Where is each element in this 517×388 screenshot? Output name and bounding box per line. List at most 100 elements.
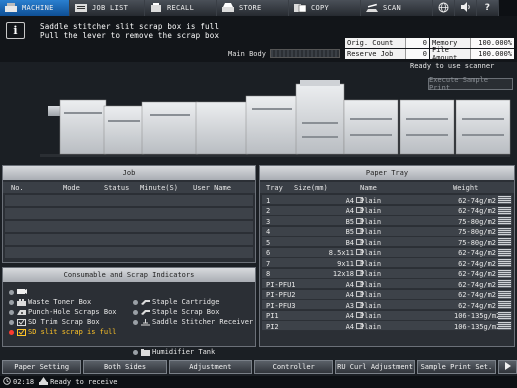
status-dot xyxy=(133,349,138,355)
recall-icon xyxy=(149,3,163,13)
orig-count-value: 0 xyxy=(405,38,429,48)
consumables-panel-title: Consumable and Scrap Indicators xyxy=(3,268,255,282)
paper-name: Plain xyxy=(360,217,382,226)
tab-recall-label: RECALL xyxy=(167,4,195,12)
paper-level-indicator xyxy=(498,311,511,320)
ru-curl-adjustment-button[interactable]: RU Curl Adjustment xyxy=(335,360,415,374)
paper-name: Plain xyxy=(360,312,382,320)
paper-weight: 62-74g/m2 xyxy=(458,270,496,278)
tray-size: 8.5x11 xyxy=(328,249,354,257)
tab-copy[interactable]: COPY xyxy=(289,0,361,16)
paper-tray-row[interactable]: 1 A4 Plain 62-74g/m2 xyxy=(262,195,512,205)
status-dot xyxy=(9,309,14,315)
saddle-receiver-icon xyxy=(141,318,150,326)
paper-weight: 62-74g/m2 xyxy=(458,249,496,257)
sample-print-set-button[interactable]: Sample Print Set. xyxy=(416,360,497,374)
orig-count-row: Orig. Count 0 xyxy=(345,38,429,48)
punch-hole-indicator: Punch-Hole Scraps Box xyxy=(9,308,117,316)
job-col-minute: Minute(S) xyxy=(140,184,178,192)
both-sides-button[interactable]: Both Sides xyxy=(83,360,167,374)
paper-tray-row[interactable]: 8 12x18 Plain 62-74g/m2 xyxy=(262,268,512,279)
job-row[interactable] xyxy=(5,195,253,207)
paper-level-indicator xyxy=(498,248,511,257)
tab-scan-label: SCAN xyxy=(383,4,402,12)
paper-tray-row[interactable]: 5 B4 Plain 75-80g/m2 xyxy=(262,237,512,247)
waste-toner-label: Waste Toner Box xyxy=(28,298,92,306)
paper-tray-panel: Paper Tray Tray Size(mm) Name Weight 1 A4… xyxy=(259,165,515,347)
status-dot xyxy=(9,319,14,325)
paper-tray-row[interactable]: 7 9x11 Plain 62-74g/m2 xyxy=(262,258,512,268)
paper-tray-row[interactable]: PI1 A4 Plain 106-135g/m2 xyxy=(262,310,512,321)
job-table-header: No. Mode Status Minute(S) User Name xyxy=(3,182,255,193)
paper-level-indicator xyxy=(498,322,511,330)
paper-col-size: Size(mm) xyxy=(294,184,328,192)
job-row[interactable] xyxy=(5,208,253,220)
job-row[interactable] xyxy=(5,221,253,233)
toner-indicator xyxy=(9,288,27,297)
status-dot xyxy=(133,309,138,315)
clock-icon xyxy=(3,377,11,387)
paper-tray-row[interactable]: 4 B5 Plain 75-80g/m2 xyxy=(262,226,512,237)
paper-level-indicator xyxy=(498,280,511,288)
sd-slit-indicator: SD slit scrap is full xyxy=(9,328,117,336)
volume-button[interactable] xyxy=(455,0,477,16)
tray-size: A4 xyxy=(345,312,354,320)
status-dot xyxy=(133,319,138,325)
tab-job-list-label: JOB LIST xyxy=(92,4,129,12)
paper-name: Plain xyxy=(360,270,382,278)
paper-name: Plain xyxy=(360,259,382,268)
help-icon: ? xyxy=(484,3,491,13)
tab-store[interactable]: STORE xyxy=(217,0,289,16)
tray-id: PI-PFU2 xyxy=(266,291,296,299)
tab-recall[interactable]: RECALL xyxy=(145,0,217,16)
paper-name: Plain xyxy=(360,249,382,257)
paper-level-indicator xyxy=(498,227,511,236)
help-button[interactable]: ? xyxy=(477,0,499,16)
controller-button[interactable]: Controller xyxy=(254,360,334,374)
paper-weight: 106-135g/m2 xyxy=(454,322,501,331)
staple-cartridge-indicator: Staple Cartridge xyxy=(133,298,219,306)
paper-tray-row[interactable]: PI-PFU1 A4 Plain 62-74g/m2 xyxy=(262,279,512,289)
paper-weight: 62-74g/m2 xyxy=(458,301,496,310)
printer-icon xyxy=(4,3,18,13)
paper-tray-row[interactable]: PI-PFU2 A4 Plain 62-74g/m2 xyxy=(262,289,512,300)
sd-slit-icon xyxy=(17,328,26,336)
paper-name: Plain xyxy=(360,301,382,310)
language-button[interactable] xyxy=(433,0,455,16)
tray-id: 1 xyxy=(266,196,271,205)
paper-level-indicator xyxy=(498,217,511,225)
counters-panel: Orig. Count 0 Memory 100.000% Reserve Jo… xyxy=(345,38,515,62)
humidifier-label: Humidifier Tank xyxy=(152,348,216,356)
paper-tray-row[interactable]: PI2 A4 Plain 106-135g/m2 xyxy=(262,321,512,331)
paper-setting-button[interactable]: Paper Setting xyxy=(2,360,82,374)
tray-size: B4 xyxy=(345,238,354,247)
job-col-no: No. xyxy=(11,184,24,192)
job-row[interactable] xyxy=(5,234,253,246)
status-text: Ready to receive xyxy=(50,378,118,386)
paper-tray-row[interactable]: PI-PFU3 A3 Plain 62-74g/m2 xyxy=(262,300,512,310)
adjustment-button[interactable]: Adjustment xyxy=(168,360,253,374)
execute-sample-print-button[interactable]: Execute Sample Print xyxy=(428,76,513,92)
paper-name: Plain xyxy=(360,322,382,331)
paper-weight: 62-74g/m2 xyxy=(458,259,496,268)
humidifier-indicator: Humidifier Tank xyxy=(133,348,215,356)
next-page-button[interactable] xyxy=(498,360,517,374)
tab-machine-label: MACHINE xyxy=(22,4,54,12)
paper-tray-row[interactable]: 2 A4 Plain 62-74g/m2 xyxy=(262,205,512,216)
paper-weight: 75-80g/m2 xyxy=(458,217,496,226)
paper-tray-row[interactable]: 3 B5 Plain 75-80g/m2 xyxy=(262,216,512,226)
staple-scrap-label: Staple Scrap Box xyxy=(152,308,220,316)
tray-size: 12x18 xyxy=(332,270,354,278)
clock-time: 02:18 xyxy=(13,378,35,386)
job-row[interactable] xyxy=(5,247,253,259)
tab-job-list[interactable]: JOB LIST xyxy=(70,0,145,16)
staple-scrap-indicator: Staple Scrap Box xyxy=(133,308,219,316)
file-amount-value: 100.000% xyxy=(470,49,514,59)
message-line-1: Saddle stitcher slit scrap box is full xyxy=(40,22,220,31)
top-tab-bar: MACHINE JOB LIST RECALL STORE COPY SCAN xyxy=(0,0,517,16)
paper-tray-row[interactable]: 6 8.5x11 Plain 62-74g/m2 xyxy=(262,247,512,258)
bottom-button-bar: Paper Setting Both Sides Adjustment Cont… xyxy=(0,360,517,374)
tab-scan[interactable]: SCAN xyxy=(361,0,433,16)
tab-machine[interactable]: MACHINE xyxy=(0,0,70,16)
reserve-job-label: Reserve Job xyxy=(345,49,405,59)
